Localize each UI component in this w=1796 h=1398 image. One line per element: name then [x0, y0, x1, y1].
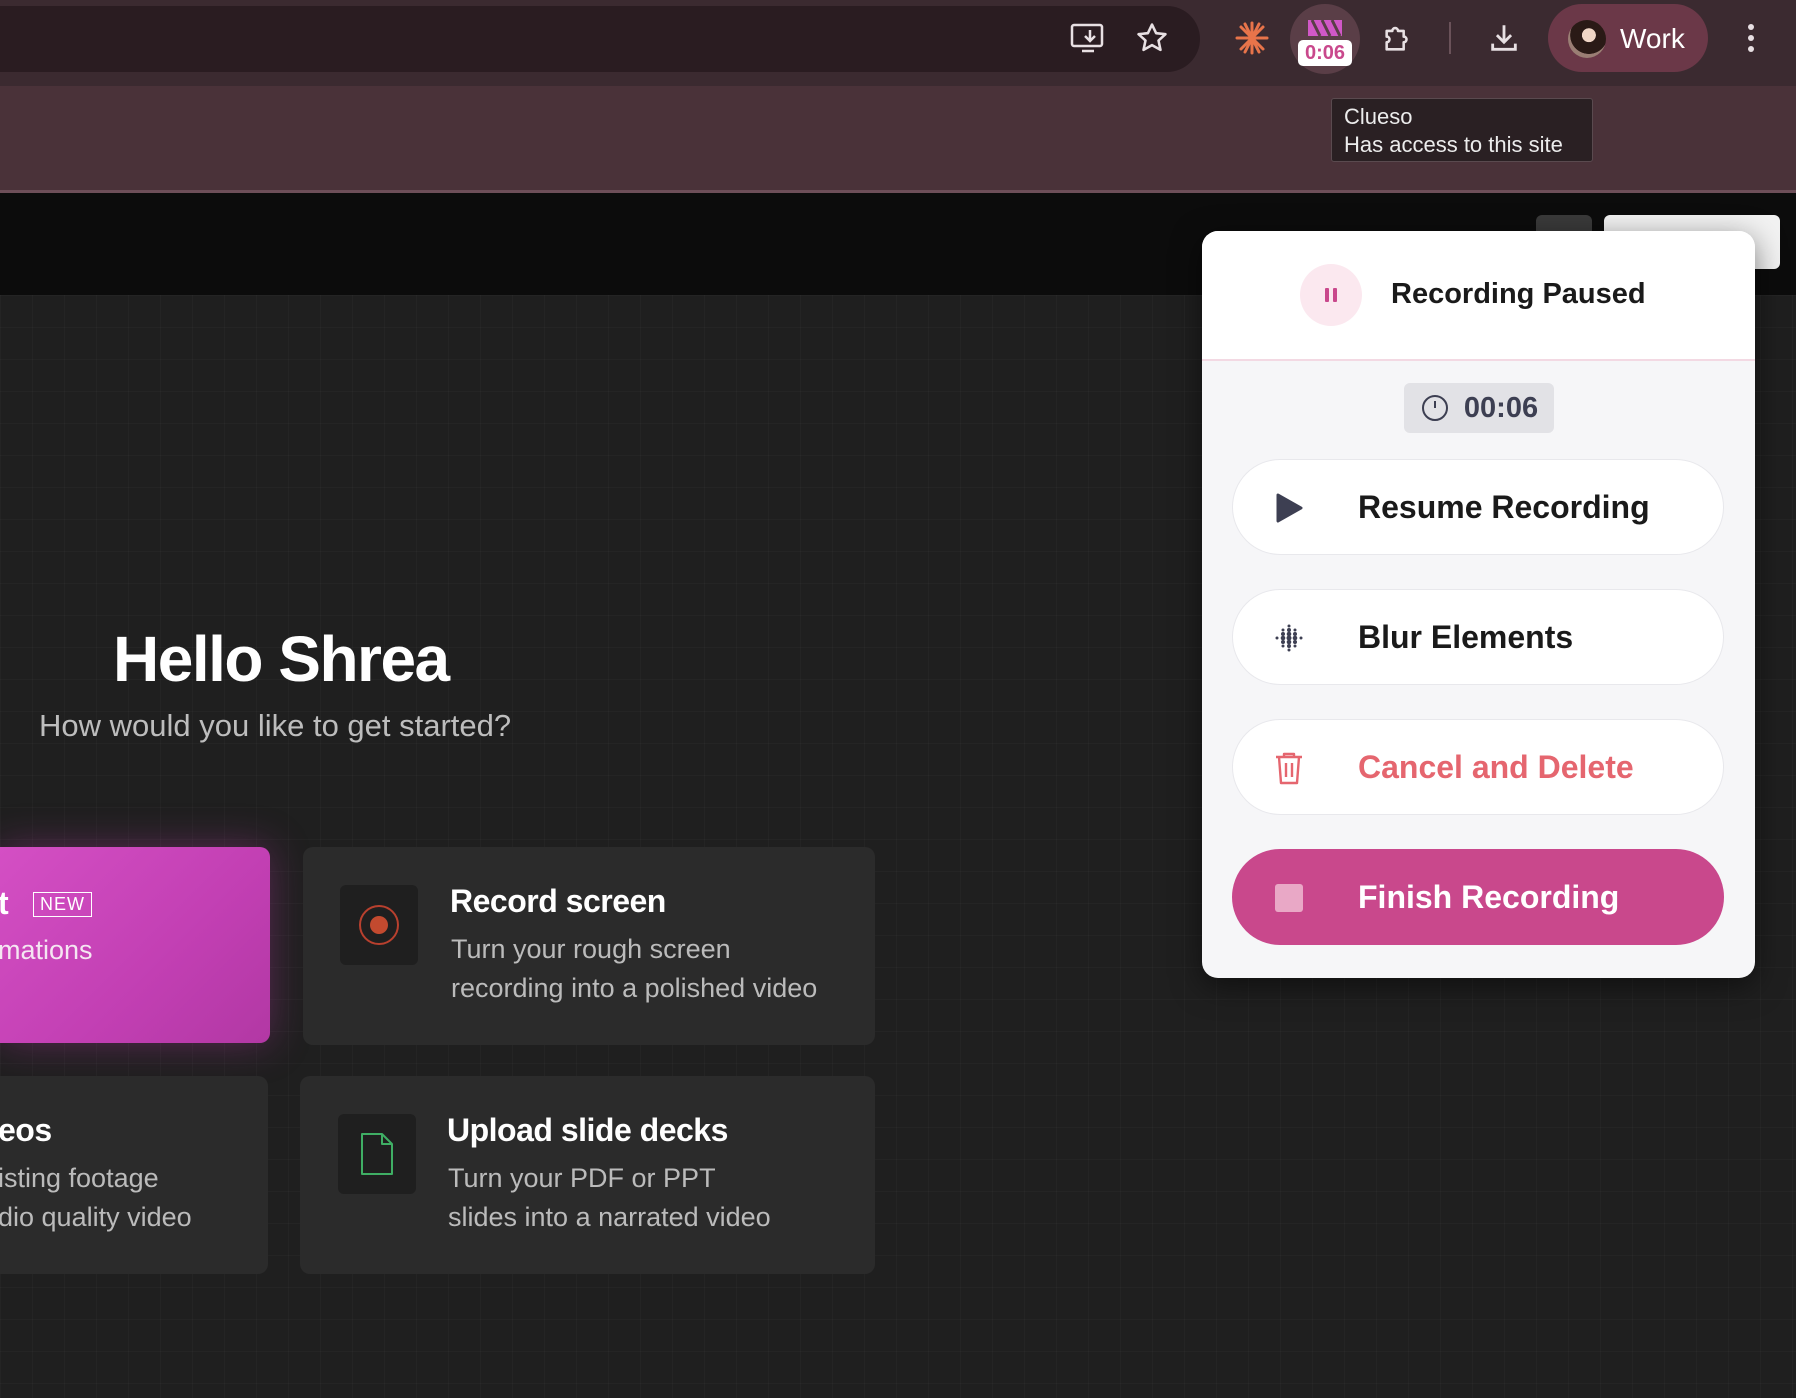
greeting-subtitle: How would you like to get started?: [39, 708, 512, 743]
clapperboard-extension-icon[interactable]: 0:06: [1290, 4, 1360, 74]
blur-elements-label: Blur Elements: [1358, 619, 1574, 655]
extensions-puzzle-icon[interactable]: [1378, 18, 1418, 58]
recording-timer: 00:06: [1404, 383, 1554, 433]
pause-icon: [1300, 264, 1362, 326]
greeting-heading: Hello Shrea: [113, 623, 450, 695]
blur-elements-button[interactable]: Blur Elements: [1232, 589, 1724, 685]
tooltip-subtitle: Has access to this site: [1344, 132, 1563, 157]
videos-card-desc-1: isting footage: [0, 1163, 159, 1193]
upload-slides-desc-1: Turn your PDF or PPT: [448, 1163, 716, 1193]
upload-slides-card[interactable]: Upload slide decks Turn your PDF or PPT …: [300, 1076, 875, 1274]
profile-label: Work: [1620, 23, 1685, 54]
videos-card[interactable]: eos isting footage dio quality video: [0, 1076, 268, 1274]
videos-card-desc-2: dio quality video: [0, 1202, 192, 1232]
record-screen-desc-2: recording into a polished video: [451, 973, 818, 1003]
upload-slides-title: Upload slide decks: [447, 1112, 728, 1148]
finish-recording-button[interactable]: Finish Recording: [1232, 849, 1724, 945]
ai-card[interactable]: t mations: [0, 847, 270, 1043]
record-icon: [340, 885, 418, 965]
record-screen-title: Record screen: [450, 883, 666, 919]
file-icon: [338, 1114, 416, 1194]
toolbar-divider: [1449, 22, 1451, 54]
ai-card-desc: mations: [0, 935, 93, 965]
timer-value: 00:06: [1463, 391, 1539, 424]
browser-toolbar: 0:06 Work: [0, 0, 1796, 86]
popup-header: Recording Paused: [1202, 231, 1755, 361]
cancel-delete-button[interactable]: Cancel and Delete: [1232, 719, 1724, 815]
stop-square-icon: [1271, 880, 1307, 916]
recording-popup: Recording Paused 00:06 Resume Recording: [1202, 231, 1755, 978]
download-icon[interactable]: [1484, 18, 1524, 58]
profile-chip[interactable]: Work: [1548, 4, 1708, 72]
tooltip-title: Clueso: [1344, 104, 1413, 129]
resume-recording-label: Resume Recording: [1358, 489, 1650, 525]
recording-status: Recording Paused: [1391, 278, 1646, 310]
new-badge: NEW: [33, 892, 92, 917]
record-screen-desc-1: Turn your rough screen: [451, 934, 731, 964]
avatar: [1568, 20, 1606, 58]
play-icon: [1271, 490, 1307, 526]
sparkle-extension-icon[interactable]: [1232, 18, 1272, 58]
trash-icon: [1271, 750, 1307, 786]
bookmark-star-icon[interactable]: [1132, 18, 1172, 58]
cancel-delete-label: Cancel and Delete: [1358, 749, 1634, 785]
install-app-icon[interactable]: [1068, 18, 1108, 58]
blur-dots-icon: [1271, 620, 1307, 656]
videos-card-title: eos: [0, 1112, 52, 1148]
upload-slides-desc-2: slides into a narrated video: [448, 1202, 771, 1232]
resume-recording-button[interactable]: Resume Recording: [1232, 459, 1724, 555]
extension-timer-badge: 0:06: [1298, 40, 1352, 66]
ai-card-title: t: [0, 885, 9, 921]
clock-icon: [1420, 393, 1450, 423]
kebab-menu-icon[interactable]: [1736, 18, 1766, 58]
record-screen-card[interactable]: Record screen Turn your rough screen rec…: [303, 847, 875, 1045]
address-bar[interactable]: [0, 6, 1200, 72]
extension-tooltip: Clueso Has access to this site: [1331, 98, 1593, 162]
finish-recording-label: Finish Recording: [1358, 879, 1620, 915]
